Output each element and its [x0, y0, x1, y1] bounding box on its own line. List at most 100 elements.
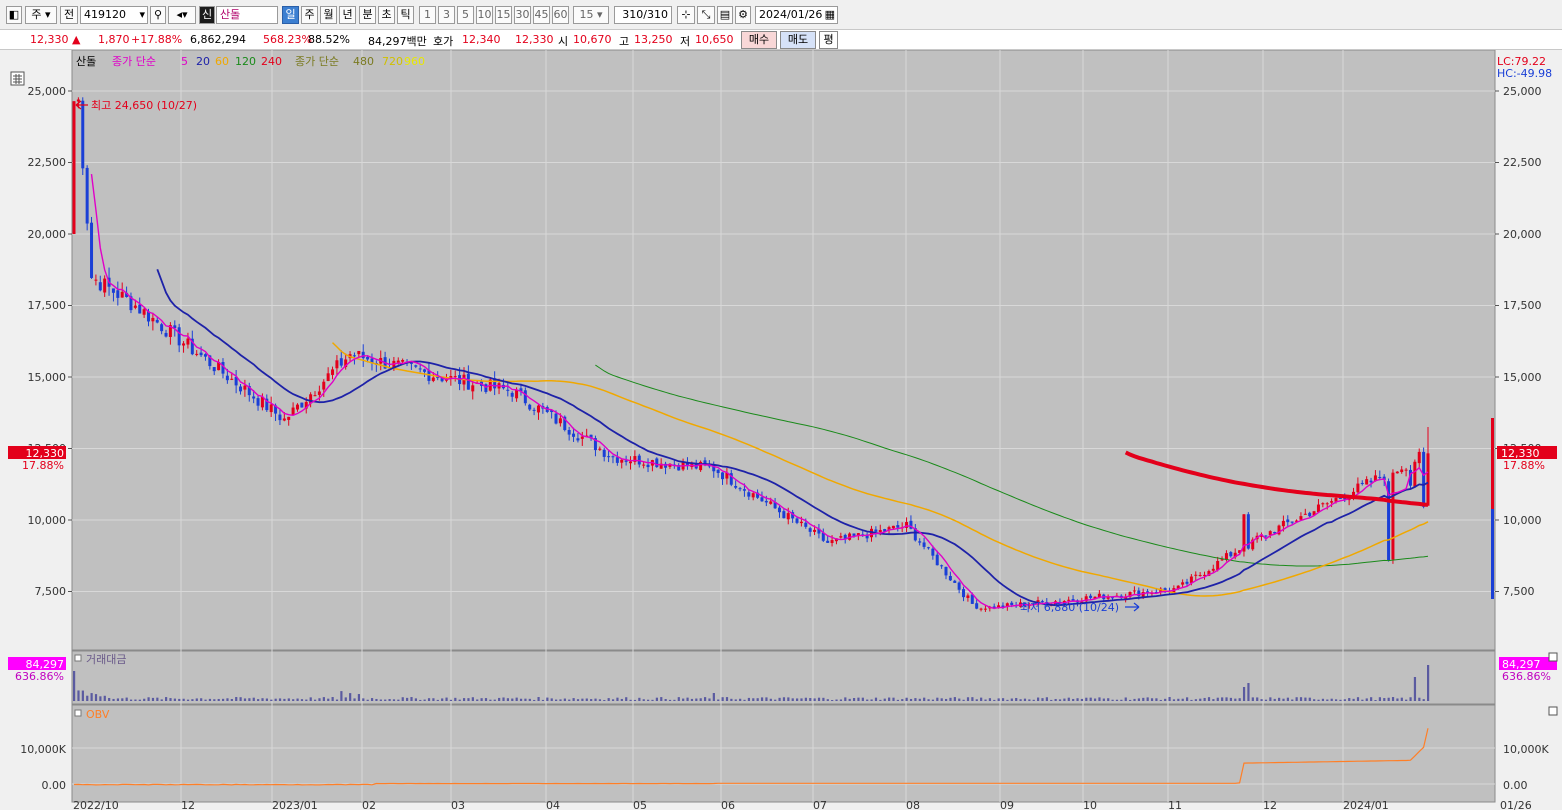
- amount-bar: [1365, 698, 1368, 701]
- interval-15[interactable]: 15: [495, 6, 512, 24]
- tab-period-year[interactable]: 년: [339, 6, 356, 24]
- interval-45[interactable]: 45: [533, 6, 550, 24]
- amount-bar: [813, 698, 816, 701]
- amount-bar: [1185, 697, 1189, 701]
- candle-body: [182, 343, 186, 346]
- amount-bar: [857, 697, 860, 701]
- amount-bar: [800, 698, 803, 701]
- candle-body: [335, 360, 339, 369]
- legend-ma20: 20: [196, 55, 210, 68]
- date-field[interactable]: 2024/01/26 ▦: [755, 6, 838, 24]
- amount-bar: [1194, 699, 1197, 701]
- x-tick: 08: [906, 799, 920, 810]
- amount-bar: [156, 697, 159, 701]
- interval-select[interactable]: 15 ▾: [573, 6, 609, 24]
- chart-area[interactable]: 산돌 종가 단순 5 20 60 120 240 종가 단순 480 720 9…: [0, 50, 1562, 810]
- candle-body: [401, 360, 405, 362]
- speaker-icon[interactable]: ◂▾: [168, 6, 196, 24]
- legend-ma60: 60: [215, 55, 229, 68]
- x-tick: 12: [181, 799, 195, 810]
- amount-bar: [883, 698, 886, 701]
- obv-panel[interactable]: [71, 704, 1496, 803]
- amount-bar: [1278, 697, 1281, 701]
- tab-period-week[interactable]: 주: [301, 6, 318, 24]
- draw-icon[interactable]: ⤡: [697, 6, 715, 24]
- candle-body: [983, 608, 987, 610]
- x-tick: 10: [1083, 799, 1097, 810]
- amount-bar: [1168, 697, 1171, 701]
- scope-button[interactable]: 전: [60, 6, 78, 24]
- candle-body: [160, 324, 164, 332]
- calendar-icon[interactable]: ▦: [825, 7, 835, 23]
- close-icon[interactable]: [1548, 706, 1558, 716]
- candle-body: [515, 389, 519, 399]
- turnover-rate: 88.52%: [308, 33, 350, 46]
- candle-body: [506, 389, 510, 391]
- sell-button[interactable]: 매도: [780, 31, 816, 49]
- amount-bar: [581, 698, 584, 701]
- candle-body: [786, 513, 790, 520]
- candle-body: [734, 485, 738, 488]
- amount-bar: [292, 699, 295, 701]
- current-pct-right: 17.88%: [1503, 459, 1545, 472]
- interval-60[interactable]: 60: [552, 6, 569, 24]
- amount-bar: [178, 698, 181, 701]
- candle-body: [572, 433, 576, 437]
- save-icon[interactable]: ▤: [717, 6, 733, 24]
- price-panel[interactable]: [71, 50, 1496, 651]
- legend-ma-label: 종가 단순: [112, 55, 156, 68]
- chart-menu-icon[interactable]: ◧: [6, 6, 22, 24]
- code-input-value: 419120: [84, 8, 126, 21]
- amount-bar: [533, 699, 536, 701]
- amount-bar: [1203, 697, 1206, 701]
- tab-period-minute[interactable]: 분: [359, 6, 376, 24]
- amount-bar: [555, 699, 558, 701]
- amount-bar: [826, 699, 829, 701]
- candle-body: [1321, 503, 1325, 505]
- stock-name-field[interactable]: 산돌: [216, 6, 278, 24]
- tab-period-second[interactable]: 초: [378, 6, 395, 24]
- amount-bar: [1150, 698, 1154, 701]
- amount-bar: [270, 699, 273, 701]
- buy-button[interactable]: 매수: [741, 31, 777, 49]
- candle-body: [239, 386, 243, 392]
- gear-icon[interactable]: ⚙: [735, 6, 751, 24]
- amount-bar: [1212, 699, 1215, 701]
- count-value: 310: [622, 8, 644, 21]
- interval-3[interactable]: 3: [438, 6, 455, 24]
- market-select[interactable]: 주 ▾: [25, 6, 57, 24]
- interval-10[interactable]: 10: [476, 6, 493, 24]
- candle-body: [313, 395, 317, 397]
- tab-period-tick[interactable]: 틱: [397, 6, 414, 24]
- candle-body: [940, 565, 944, 567]
- open-label: 시: [558, 35, 569, 48]
- amount-bar: [419, 699, 422, 701]
- amount-bar: [524, 698, 527, 701]
- candle-body: [1400, 469, 1404, 473]
- amount-bar: [1093, 698, 1097, 701]
- candle-body: [1194, 574, 1198, 576]
- amount-bar: [318, 698, 321, 701]
- close-icon[interactable]: [1548, 652, 1558, 662]
- interval-30[interactable]: 30: [514, 6, 531, 24]
- search-icon[interactable]: ⚲: [150, 6, 166, 24]
- amount-bar: [844, 697, 847, 701]
- panel-toggle-icon[interactable]: [74, 709, 82, 717]
- tab-period-month[interactable]: 월: [320, 6, 337, 24]
- tab-period-day[interactable]: 일: [282, 6, 299, 24]
- amount-bar: [944, 698, 948, 701]
- amount-bar: [502, 697, 505, 701]
- avg-button[interactable]: 평: [819, 31, 838, 49]
- candle-body: [1290, 521, 1294, 523]
- interval-1[interactable]: 1: [419, 6, 436, 24]
- amount-panel[interactable]: [71, 650, 1496, 705]
- panel-toggle-icon[interactable]: [74, 654, 82, 662]
- candle-body: [177, 327, 181, 346]
- count-field[interactable]: 310/310: [614, 6, 672, 24]
- chevron-down-icon[interactable]: ▾: [139, 7, 145, 23]
- code-input[interactable]: 419120 ▾: [80, 6, 148, 24]
- amount-bar: [1348, 698, 1351, 701]
- interval-5[interactable]: 5: [457, 6, 474, 24]
- zoom-icon[interactable]: ⊹: [677, 6, 695, 24]
- amount-bar: [1413, 677, 1417, 701]
